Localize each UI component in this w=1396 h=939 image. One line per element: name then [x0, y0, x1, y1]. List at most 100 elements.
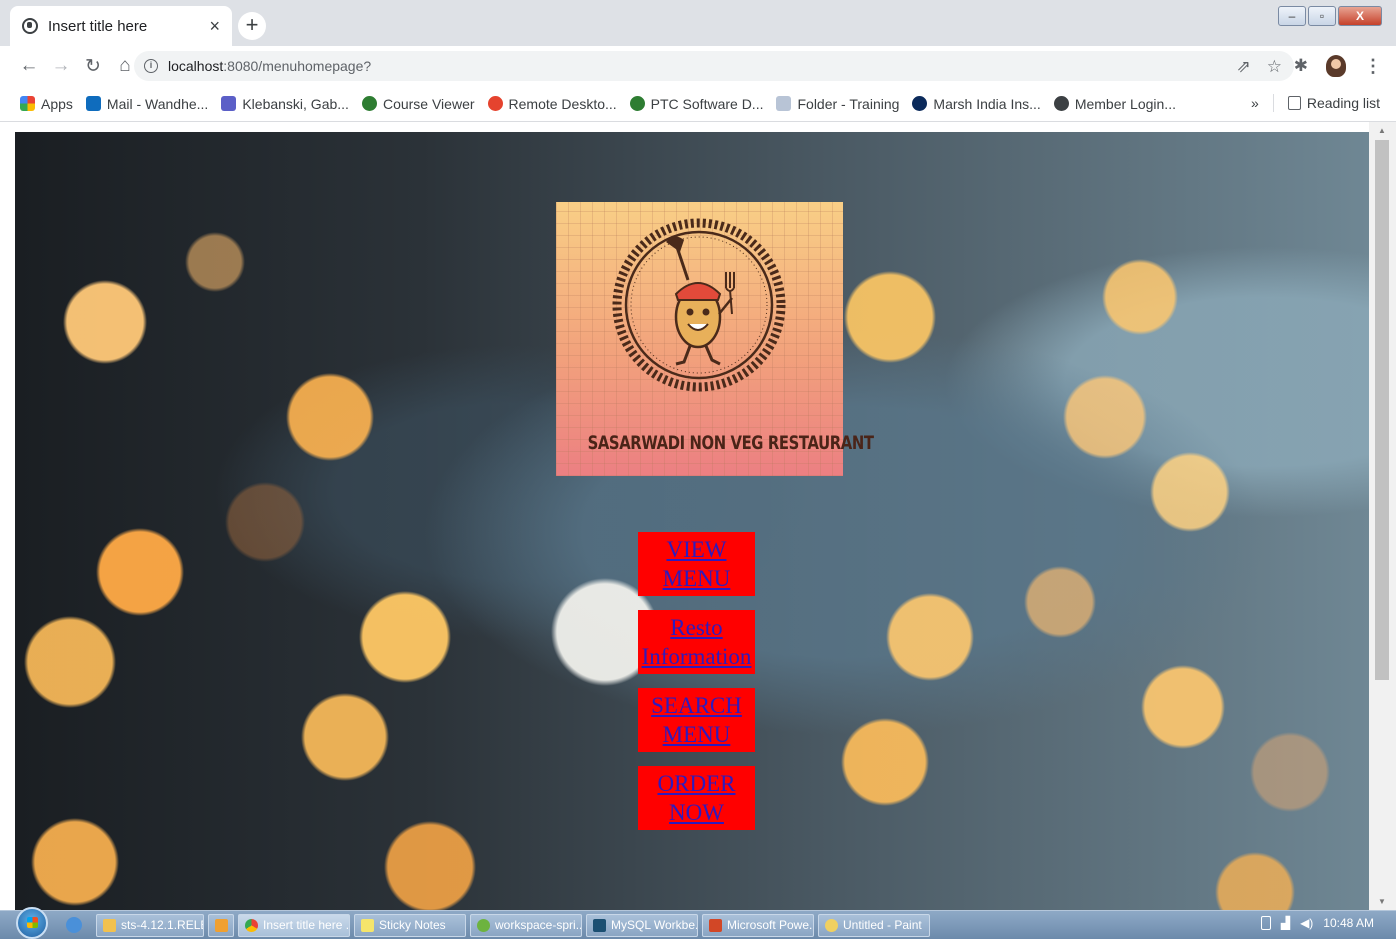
resto-information-button[interactable]: Resto Information	[638, 610, 755, 674]
bookmark-marsh[interactable]: Marsh India Ins...	[912, 95, 1041, 112]
ie-quicklaunch-icon[interactable]	[66, 917, 82, 933]
teams-icon	[221, 96, 237, 111]
bookmark-label: Klebanski, Gab...	[242, 95, 349, 112]
taskbar-item-mysql[interactable]: MySQL Workbe...	[586, 913, 698, 937]
taskbar-item-label: Sticky Notes	[379, 918, 446, 932]
forward-arrow-icon[interactable]: →	[46, 55, 76, 77]
bookmark-label: Member Login...	[1074, 95, 1176, 112]
page-viewport: SASARWADI NON VEG RESTAURANT VIEW MENU Re…	[0, 122, 1396, 910]
sticky-notes-icon	[361, 918, 374, 932]
browser-toolbar: ← → ↻ ⌂ i localhost:8080/menuhomepage? ⇗…	[0, 46, 1396, 86]
logo-restaurant-name: SASARWADI NON VEG RESTAURANT	[587, 432, 874, 454]
mysql-workbench-icon	[593, 918, 606, 932]
taskbar-item-label: Insert title here ...	[263, 918, 350, 932]
order-now-button[interactable]: ORDER NOW	[638, 766, 755, 830]
minimize-button[interactable]: –	[1278, 6, 1306, 26]
bookmarks-overflow-button[interactable]: »	[1251, 95, 1259, 111]
taskbar-item-sts[interactable]: sts-4.12.1.RELEA...	[96, 913, 204, 937]
new-tab-button[interactable]: +	[238, 12, 266, 40]
start-button[interactable]	[16, 907, 48, 939]
url-path: :8080/menuhomepage?	[223, 58, 372, 74]
bookmark-folder-training[interactable]: Folder - Training	[776, 96, 899, 112]
remote-desktop-icon	[487, 96, 503, 111]
bookmark-label: Course Viewer	[382, 95, 475, 112]
scroll-down-icon[interactable]: ▼	[1378, 897, 1386, 906]
course-icon	[361, 96, 377, 111]
taskbar-item-label: MySQL Workbe...	[611, 918, 698, 932]
close-window-button[interactable]: X	[1338, 6, 1382, 26]
bookmark-member-login[interactable]: Member Login...	[1053, 95, 1176, 112]
extensions-puzzle-icon[interactable]: ✱	[1294, 56, 1308, 76]
browser-tab[interactable]: Insert title here ×	[10, 6, 232, 46]
bookmark-mail[interactable]: Mail - Wandhe...	[85, 95, 209, 112]
taskbar-item-powerpoint[interactable]: Microsoft Powe...	[702, 913, 814, 937]
chrome-icon	[245, 918, 258, 932]
taskbar-item-label: Microsoft Powe...	[727, 918, 814, 932]
maximize-button[interactable]: ▫	[1308, 6, 1336, 26]
taskbar-item-chrome[interactable]: Insert title here ...	[238, 913, 350, 937]
back-arrow-icon[interactable]: ←	[14, 55, 44, 77]
ptc-icon	[629, 96, 645, 111]
outlook-icon	[85, 96, 101, 111]
menu-kebab-icon[interactable]: ⋮	[1364, 56, 1382, 77]
scroll-up-icon[interactable]: ▲	[1378, 126, 1386, 135]
tab-title: Insert title here	[48, 17, 148, 35]
chef-mascot-icon	[612, 218, 786, 392]
star-icon[interactable]: ☆	[1267, 57, 1282, 77]
search-menu-button[interactable]: SEARCH MENU	[638, 688, 755, 752]
battery-icon[interactable]	[1260, 916, 1271, 930]
bokeh-background: SASARWADI NON VEG RESTAURANT VIEW MENU Re…	[15, 132, 1369, 910]
marsh-icon	[912, 96, 928, 111]
powerpoint-icon	[709, 918, 722, 932]
network-icon[interactable]: ▟	[1281, 916, 1290, 930]
bookmarks-bar: Apps Mail - Wandhe... Klebanski, Gab... …	[0, 86, 1396, 122]
vertical-scrollbar[interactable]: ▲ ▼	[1369, 122, 1396, 910]
bookmark-label: Folder - Training	[797, 95, 900, 112]
apps-grid-icon	[20, 96, 35, 111]
reading-list-button[interactable]: Reading list	[1287, 95, 1380, 111]
button-label-line2: MENU	[662, 566, 731, 591]
bookmark-label: Apps	[41, 95, 73, 112]
button-label-line2: MENU	[662, 722, 731, 747]
bookmark-label: PTC Software D...	[650, 95, 764, 112]
bookmark-apps[interactable]: Apps	[20, 96, 73, 112]
system-tray: ▟ ◀) 10:48 AM	[1260, 916, 1374, 930]
bookmark-klebanski[interactable]: Klebanski, Gab...	[221, 96, 349, 112]
bookmark-label: Marsh India Ins...	[933, 95, 1041, 112]
restaurant-logo: SASARWADI NON VEG RESTAURANT	[556, 202, 874, 476]
profile-avatar[interactable]	[1326, 55, 1346, 77]
tab-close-button[interactable]: ×	[209, 16, 220, 37]
url-text[interactable]: localhost:8080/menuhomepage?	[168, 58, 371, 74]
taskbar-item-paint[interactable]: Untitled - Paint	[818, 913, 930, 937]
button-label-line2: Information	[641, 644, 752, 669]
share-icon[interactable]: ⇗	[1237, 57, 1251, 77]
clock[interactable]: 10:48 AM	[1323, 916, 1374, 930]
url-host: localhost	[168, 58, 224, 74]
volume-icon[interactable]: ◀)	[1300, 916, 1313, 930]
divider	[1272, 94, 1274, 112]
info-icon[interactable]: i	[144, 59, 158, 73]
bookmark-course-viewer[interactable]: Course Viewer	[361, 95, 475, 112]
button-label-line1: ORDER	[657, 771, 736, 796]
bookmark-remote-desktop[interactable]: Remote Deskto...	[487, 96, 617, 112]
media-player-icon	[215, 918, 228, 932]
taskbar-item-label: sts-4.12.1.RELEA...	[121, 918, 203, 932]
reading-list-label: Reading list	[1306, 95, 1380, 111]
bookmark-ptc[interactable]: PTC Software D...	[629, 95, 764, 112]
taskbar-item-label: Untitled - Paint	[843, 918, 922, 932]
reload-icon[interactable]: ↻	[78, 55, 108, 78]
taskbar-item-label: workspace-spri...	[495, 918, 582, 932]
button-label-line1: SEARCH	[651, 693, 742, 718]
view-menu-button[interactable]: VIEW MENU	[638, 532, 755, 596]
reading-list-icon	[1287, 96, 1301, 110]
taskbar-item-media[interactable]	[208, 913, 234, 937]
folder-icon	[103, 918, 116, 932]
taskbar-item-sticky-notes[interactable]: Sticky Notes	[354, 913, 466, 937]
tab-strip: Insert title here × + – ▫ X	[0, 0, 1396, 46]
folder-icon	[776, 96, 792, 111]
address-bar[interactable]: i localhost:8080/menuhomepage? ⇗ ☆	[134, 51, 1294, 81]
globe-icon	[22, 18, 38, 34]
scrollbar-thumb[interactable]	[1375, 140, 1389, 680]
bookmark-label: Mail - Wandhe...	[106, 95, 209, 112]
taskbar-item-workspace[interactable]: workspace-spri...	[470, 913, 582, 937]
